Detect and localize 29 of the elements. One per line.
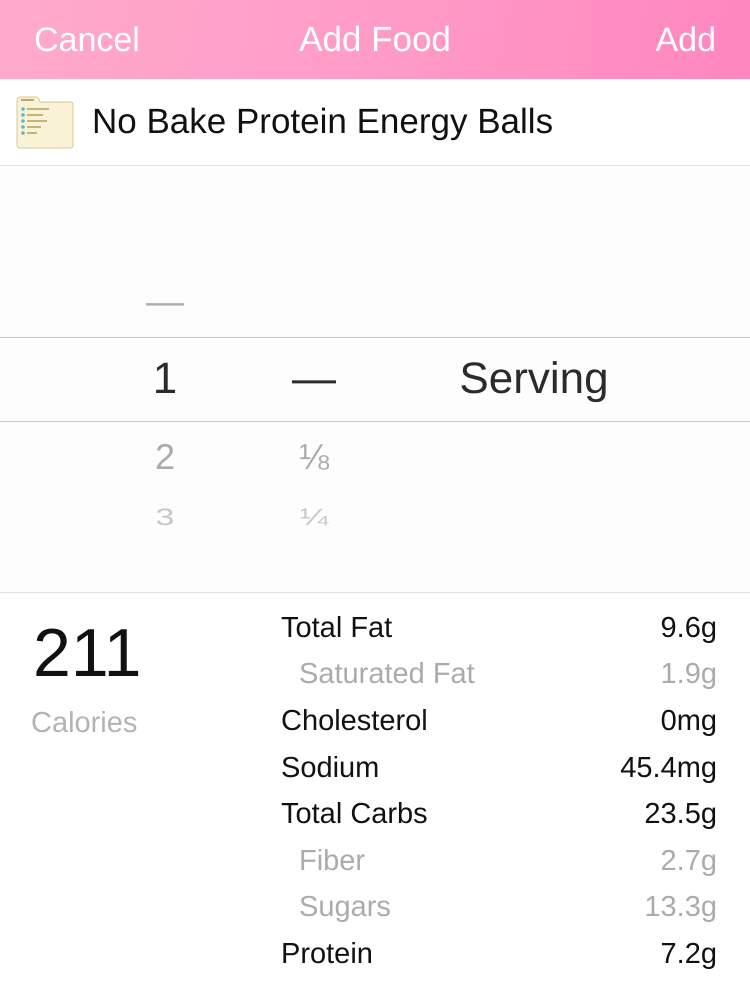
nutrient-label: Fiber	[298, 844, 366, 878]
nutrient-value: 9.6g	[660, 612, 717, 645]
picker-option[interactable]: 1	[152, 355, 178, 404]
nutrient-value: 1.9g	[660, 658, 717, 692]
nutrient-value: 45.4mg	[620, 752, 717, 785]
screen-title: Add Food	[299, 20, 451, 60]
nutrient-label: Cholesterol	[281, 704, 428, 738]
picker-option[interactable]: —	[146, 282, 184, 324]
nutrient-value: 2.7g	[660, 844, 717, 878]
calories-label: Calories	[31, 706, 138, 741]
nutrient-label: Saturated Fat	[298, 658, 475, 692]
recipe-card-icon	[16, 95, 74, 149]
nutrient-value: 23.5g	[644, 798, 717, 832]
picker-option[interactable]: Serving	[459, 355, 609, 404]
nutrient-label: Sodium	[281, 752, 380, 785]
food-name: No Bake Protein Energy Balls	[92, 102, 554, 142]
nutrient-label: Total Fat	[281, 612, 392, 645]
picker-option[interactable]: ⅛	[298, 437, 330, 477]
calorie-count: 211	[33, 614, 142, 693]
add-button[interactable]: Add	[656, 20, 716, 60]
nutrient-value: 13.3g	[644, 891, 717, 924]
nutrient-label: Total Carbs	[281, 798, 428, 832]
nutrient-label: Protein	[281, 938, 373, 971]
nutrient-label: Sugars	[298, 891, 391, 924]
cancel-button[interactable]: Cancel	[34, 20, 140, 60]
nutrient-value: 0mg	[660, 704, 717, 738]
picker-option[interactable]: —	[292, 355, 336, 404]
picker-option[interactable]: 2	[154, 437, 176, 477]
nutrient-value: 7.2g	[660, 938, 717, 971]
